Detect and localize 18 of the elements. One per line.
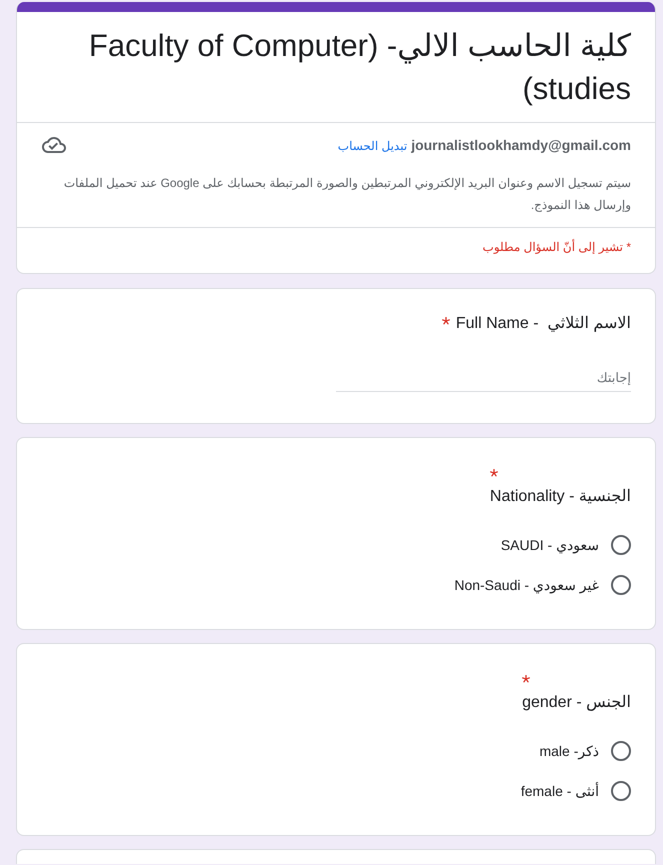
option-label[interactable]: سعودي - SAUDI (500, 535, 599, 555)
option-label[interactable]: ذكر- male (539, 741, 599, 761)
radio-button[interactable] (611, 575, 631, 595)
account-email: journalistlookhamdy@gmail.com (411, 137, 631, 153)
option-label[interactable]: غير سعودي - Non-Saudi (454, 575, 599, 595)
question-title: الجنسية - Nationality (490, 487, 631, 507)
required-note: * تشير إلى أنّ السؤال مطلوب (482, 238, 631, 256)
radio-button[interactable] (611, 535, 631, 555)
switch-account-link[interactable]: تبديل الحساب (338, 139, 408, 153)
form-title: كلية الحاسب الالي- (Faculty of Computer studies) (88, 27, 631, 108)
cloud-check-icon (42, 137, 66, 153)
privacy-notice: سيتم تسجيل الاسم وعنوان البريد الإلكتروني المرتبطين والصورة المرتبطة بحسابك على Google عند تحميل الملفات وإرسال هذا النموذج. (62, 175, 631, 214)
answer-field[interactable]: إجابتك (336, 364, 631, 392)
option-label[interactable]: أنثى - female (520, 781, 599, 801)
question-title: الجنس - gender (522, 693, 631, 713)
question-title: الاسم الثلاثي - Full Name (456, 314, 631, 334)
radio-button[interactable] (611, 741, 631, 761)
radio-button[interactable] (611, 781, 631, 801)
